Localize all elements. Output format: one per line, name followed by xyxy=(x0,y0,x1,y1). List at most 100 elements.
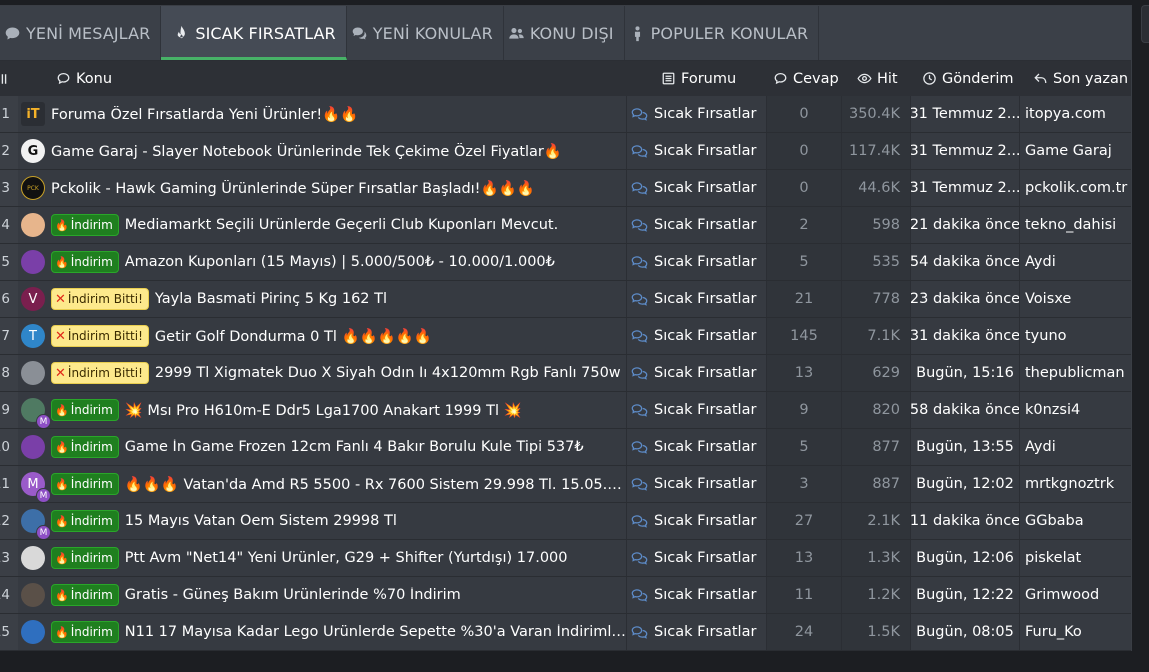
table-row[interactable]: 4 🔥 İndirim Mediamarkt Seçili Ürünlerde Geç… xyxy=(0,207,1131,244)
discount-badge[interactable]: 🔥 İndirim xyxy=(51,399,119,421)
table-row[interactable]: 14 🔥İndirim Gratis - Güneş Bakım Ürünlerin… xyxy=(0,577,1131,614)
table-row[interactable]: 13 🔥İndirim Ptt Avm "Net14" Yeni Ürünler, … xyxy=(0,540,1131,577)
last-poster[interactable]: k0nzsi4 xyxy=(1020,392,1131,428)
topic-title-link[interactable]: Yayla Basmati Pirinç 5 Kg 162 Tl xyxy=(155,291,387,307)
topic-title-link[interactable]: Game Garaj - Slayer Notebook Ürünlerinde… xyxy=(51,143,562,160)
avatar[interactable]: G xyxy=(21,139,45,163)
last-poster[interactable]: Furu_Ko xyxy=(1020,614,1131,650)
table-row[interactable]: 8 ✕ İndirim Bitti! 2999 Tl Xigmatek Duo X S… xyxy=(0,355,1131,392)
tab-popular-topics[interactable]: POPULER KONULAR xyxy=(625,6,820,60)
forum-cell[interactable]: Sıcak Fırsatlar xyxy=(627,577,766,613)
forum-link[interactable]: Sıcak Fırsatlar xyxy=(654,402,756,418)
last-poster[interactable]: mrtkgnoztrk xyxy=(1020,466,1131,502)
last-poster[interactable]: Aydi xyxy=(1020,244,1131,280)
avatar[interactable]: V xyxy=(21,287,45,311)
post-date[interactable]: Bugün, 12:22 xyxy=(911,577,1019,613)
last-poster[interactable]: piskelat xyxy=(1020,540,1131,576)
forum-cell[interactable]: Sıcak Fırsatlar xyxy=(627,614,766,650)
post-date[interactable]: 21 dakika önce xyxy=(911,207,1019,243)
forum-cell[interactable]: Sıcak Fırsatlar xyxy=(627,318,766,354)
forum-cell[interactable]: Sıcak Fırsatlar xyxy=(627,429,766,465)
forum-cell[interactable]: Sıcak Fırsatlar xyxy=(627,281,766,317)
post-date[interactable]: 31 Temmuz 2... xyxy=(911,96,1019,132)
discount-badge[interactable]: 🔥 İndirim xyxy=(51,584,119,606)
table-row[interactable]: 6 V ✕ İndirim Bitti! Yayla Basmati Pirinç 5 … xyxy=(0,281,1131,318)
avatar[interactable] xyxy=(21,435,45,459)
avatar[interactable]: T xyxy=(21,324,45,348)
last-poster[interactable]: pckolik.com.tr xyxy=(1020,170,1131,206)
discount-badge[interactable]: 🔥 İndirim xyxy=(51,251,119,273)
avatar[interactable]: M xyxy=(21,398,51,428)
table-row[interactable]: 5 🔥 İndirim Amazon Kuponları (15 Mayıs) | 5… xyxy=(0,244,1131,281)
column-header-cevap[interactable]: Cevap xyxy=(773,61,839,96)
table-row[interactable]: 3 PCK Pckolik - Hawk Gaming Ürünlerinde Sü… xyxy=(0,170,1131,207)
last-poster[interactable]: itopya.com xyxy=(1020,96,1131,132)
forum-link[interactable]: Sıcak Fırsatlar xyxy=(654,513,756,529)
topic-title-link[interactable]: Getir Golf Dondurma 0 Tl 🔥🔥🔥🔥🔥 xyxy=(155,328,432,345)
forum-cell[interactable]: Sıcak Fırsatlar xyxy=(627,170,766,206)
topic-title-link[interactable]: Ptt Avm "Net14" Yeni Ürünler, G29 + Shif… xyxy=(125,550,568,566)
topic-title-link[interactable]: Amazon Kuponları (15 Mayıs) | 5.000/500₺… xyxy=(125,254,555,270)
discount-badge[interactable]: 🔥 İndirim xyxy=(51,436,119,458)
last-poster[interactable]: Voisxe xyxy=(1020,281,1131,317)
discount-badge[interactable]: 🔥 İndirim xyxy=(51,214,119,236)
forum-link[interactable]: Sıcak Fırsatlar xyxy=(654,550,756,566)
forum-link[interactable]: Sıcak Fırsatlar xyxy=(654,587,756,603)
post-date[interactable]: 31 dakika önce xyxy=(911,318,1019,354)
sort-handle[interactable] xyxy=(0,61,10,96)
post-date[interactable]: 31 Temmuz 2... xyxy=(911,133,1019,169)
tab-new-topics[interactable]: YENİ KONULAR xyxy=(347,6,504,60)
discount-ended-badge[interactable]: ✕ İndirim Bitti! xyxy=(51,325,149,347)
topic-title-link[interactable]: Pckolik - Hawk Gaming Ürünlerinde Süper … xyxy=(51,180,535,197)
post-date[interactable]: Bugün, 12:02 xyxy=(911,466,1019,502)
discount-ended-badge[interactable]: ✕ İndirim Bitti! xyxy=(51,288,149,310)
topic-title-link[interactable]: Game İn Game Frozen 12cm Fanlı 4 Bakır B… xyxy=(125,439,584,455)
topic-title-link[interactable]: Gratis - Güneş Bakım Ürünlerinde %70 İnd… xyxy=(125,587,461,603)
forum-cell[interactable]: Sıcak Fırsatlar xyxy=(627,96,766,132)
forum-cell[interactable]: Sıcak Fırsatlar xyxy=(627,244,766,280)
post-date[interactable]: Bugün, 08:05 xyxy=(911,614,1019,650)
forum-link[interactable]: Sıcak Fırsatlar xyxy=(654,291,756,307)
last-poster[interactable]: Grimwood xyxy=(1020,577,1131,613)
post-date[interactable]: Bugün, 12:06 xyxy=(911,540,1019,576)
forum-link[interactable]: Sıcak Fırsatlar xyxy=(654,217,756,233)
post-date[interactable]: Bugün, 15:16 xyxy=(911,355,1019,391)
column-header-gonderim[interactable]: Gönderim xyxy=(922,61,1014,96)
topic-title-link[interactable]: 💥 Msı Pro H610m-E Ddr5 Lga1700 Anakart 1… xyxy=(125,402,522,419)
topic-title-link[interactable]: 🔥🔥🔥 Vatan'da Amd R5 5500 - Rx 7600 Siste… xyxy=(125,476,626,493)
forum-cell[interactable]: Sıcak Fırsatlar xyxy=(627,540,766,576)
discount-ended-badge[interactable]: ✕ İndirim Bitti! xyxy=(51,362,149,384)
avatar[interactable] xyxy=(21,213,45,237)
forum-cell[interactable]: Sıcak Fırsatlar xyxy=(627,503,766,539)
avatar[interactable] xyxy=(21,620,45,644)
forum-cell[interactable]: Sıcak Fırsatlar xyxy=(627,392,766,428)
table-row[interactable]: 2 G Game Garaj - Slayer Notebook Ürünlerin… xyxy=(0,133,1131,170)
discount-badge[interactable]: 🔥 İndirim xyxy=(51,473,119,495)
last-poster[interactable]: GGbaba xyxy=(1020,503,1131,539)
avatar[interactable] xyxy=(21,361,45,385)
last-poster[interactable]: tyuno xyxy=(1020,318,1131,354)
discount-badge[interactable]: 🔥 İndirim xyxy=(51,547,119,569)
column-header-konu[interactable]: Konu xyxy=(56,61,112,96)
forum-cell[interactable]: Sıcak Fırsatlar xyxy=(627,466,766,502)
post-date[interactable]: 11 dakika önce xyxy=(911,503,1019,539)
avatar[interactable] xyxy=(21,250,45,274)
table-row[interactable]: 9 M 🔥 İndirim 💥 Msı Pro H610m-E Ddr5 Lga1700… xyxy=(0,392,1131,429)
forum-link[interactable]: Sıcak Fırsatlar xyxy=(654,180,756,196)
forum-link[interactable]: Sıcak Fırsatlar xyxy=(654,476,756,492)
table-row[interactable]: 7 T ✕ İndirim Bitti! Getir Golf Dondurma 0 T… xyxy=(0,318,1131,355)
forum-link[interactable]: Sıcak Fırsatlar xyxy=(654,365,756,381)
forum-link[interactable]: Sıcak Fırsatlar xyxy=(654,106,756,122)
avatar[interactable] xyxy=(21,546,45,570)
avatar[interactable]: M xyxy=(21,509,51,539)
tab-hot-deals[interactable]: SICAK FIRSATLAR xyxy=(161,6,347,60)
avatar[interactable] xyxy=(21,583,45,607)
column-header-son-yazan[interactable]: Son yazan xyxy=(1033,61,1128,96)
forum-link[interactable]: Sıcak Fırsatlar xyxy=(654,624,756,640)
table-row[interactable]: 1 iT Foruma Özel Fırsatlarda Yeni Ürünler!… xyxy=(0,96,1131,133)
post-date[interactable]: 23 dakika önce xyxy=(911,281,1019,317)
post-date[interactable]: Bugün, 13:55 xyxy=(911,429,1019,465)
last-poster[interactable]: thepublicman xyxy=(1020,355,1131,391)
column-header-hit[interactable]: Hit xyxy=(857,61,898,96)
last-poster[interactable]: Aydi xyxy=(1020,429,1131,465)
